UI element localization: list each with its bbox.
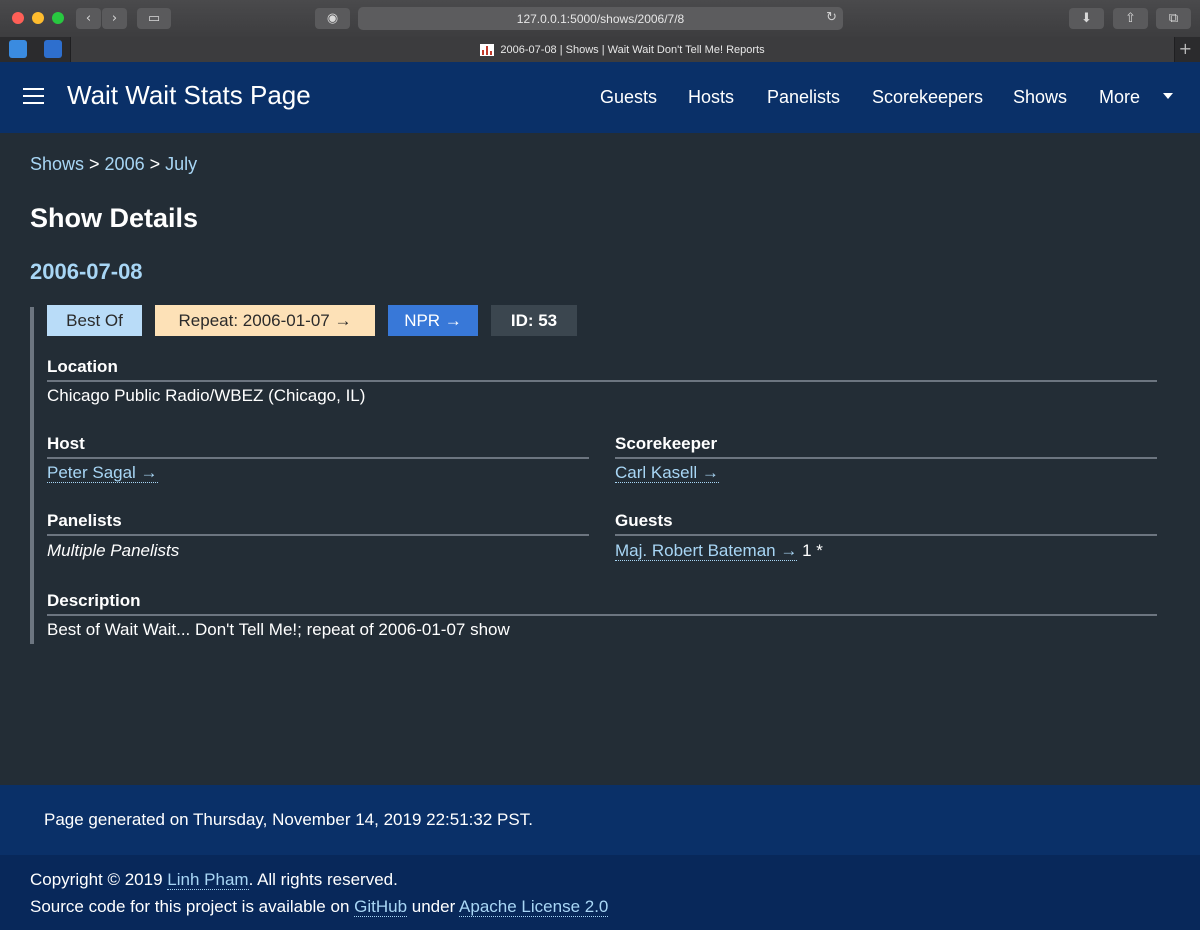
close-window-button[interactable] [12,12,24,24]
repeat-link-badge[interactable]: Repeat: 2006-01-07 → [155,305,375,336]
active-tab[interactable]: 2006-07-08 | Shows | Wait Wait Don't Tel… [70,37,1175,62]
panelists-value: Multiple Panelists [47,541,180,560]
sidebar-icon[interactable]: ▭ [137,8,171,29]
host-value: Peter Sagal → [47,463,158,483]
breadcrumb-separator: > [144,154,166,174]
scorekeeper-link[interactable]: Carl Kasell → [615,463,719,483]
zoom-window-button[interactable] [52,12,64,24]
browser-chrome: ‹ › ▭ ◉ 127.0.0.1:5000/shows/2006/7/8 ↻ … [0,0,1200,62]
tabs-icon[interactable]: ⧉ [1156,8,1191,29]
minimize-window-button[interactable] [32,12,44,24]
nav-hosts[interactable]: Hosts [688,87,734,108]
address-bar[interactable]: 127.0.0.1:5000/shows/2006/7/8 ↻ [358,7,843,30]
site-title[interactable]: Wait Wait Stats Page [67,80,311,111]
divider [615,457,1157,459]
license-link[interactable]: Apache License 2.0 [459,897,609,917]
main-content: Shows > 2006 > July Show Details 2006-07… [0,133,1200,785]
host-link[interactable]: Peter Sagal → [47,463,158,483]
chart-favicon-icon [480,43,495,56]
guest-entry: Maj. Robert Bateman → 1 * [615,541,823,561]
url-text: 127.0.0.1:5000/shows/2006/7/8 [516,11,685,26]
divider [47,457,589,459]
location-value: Chicago Public Radio/WBEZ (Chicago, IL) [47,386,366,405]
npr-link-badge[interactable]: NPR → [388,305,478,336]
menu-icon[interactable] [23,88,44,105]
back-icon[interactable]: ‹ [76,8,101,29]
source-line: Source code for this project is availabl… [30,897,609,917]
author-link[interactable]: Linh Pham [167,870,249,890]
divider [47,614,1157,616]
forward-icon[interactable]: › [102,8,127,29]
show-detail-panel: Best Of Repeat: 2006-01-07 → NPR → ID: 5… [30,305,1160,644]
nav-more[interactable]: More [1099,87,1140,108]
breadcrumb: Shows > 2006 > July [30,154,197,175]
best-of-badge: Best Of [47,305,142,336]
tab-bar: 2006-07-08 | Shows | Wait Wait Don't Tel… [0,37,1200,62]
tab-title: 2006-07-08 | Shows | Wait Wait Don't Tel… [500,43,765,56]
copyright-suffix: . All rights reserved. [248,870,398,889]
description-label: Description [47,591,141,610]
browser-titlebar: ‹ › ▭ ◉ 127.0.0.1:5000/shows/2006/7/8 ↻ … [0,0,1200,37]
nav-scorekeepers[interactable]: Scorekeepers [872,87,983,108]
chevron-down-icon[interactable] [1163,93,1173,99]
divider [47,534,589,536]
description-value: Best of Wait Wait... Don't Tell Me!; rep… [47,620,510,639]
breadcrumb-separator: > [84,154,105,174]
nav-guests[interactable]: Guests [600,87,657,108]
reload-icon[interactable]: ↻ [826,10,837,25]
footer: Copyright © 2019 Linh Pham. All rights r… [0,855,1200,930]
source-prefix: Source code for this project is availabl… [30,897,355,916]
footer-generated-bar: Page generated on Thursday, November 14,… [0,785,1200,855]
show-date: 2006-07-08 [30,259,143,284]
guests-label: Guests [615,511,673,530]
breadcrumb-month-link[interactable]: July [165,154,197,174]
show-id-badge: ID: 53 [491,305,577,336]
copyright-line: Copyright © 2019 Linh Pham. All rights r… [30,870,398,890]
guest-link[interactable]: Maj. Robert Bateman → [615,541,798,561]
guest-score: 1 * [797,541,823,560]
download-icon[interactable]: ⬇ [1069,8,1104,29]
divider [47,380,1157,382]
pinned-tab-icon[interactable] [9,40,27,58]
new-tab-icon[interactable]: + [1179,39,1192,58]
page-title: Show Details [30,203,199,233]
breadcrumb-shows-link[interactable]: Shows [30,154,84,174]
scorekeeper-value: Carl Kasell → [615,463,719,483]
github-link[interactable]: GitHub [354,897,408,917]
source-mid: under [407,897,460,916]
nav-shows[interactable]: Shows [1013,87,1067,108]
panelists-label: Panelists [47,511,122,530]
copyright-prefix: Copyright © 2019 [30,870,168,889]
nav-panelists[interactable]: Panelists [767,87,840,108]
reader-icon[interactable]: ◉ [315,8,350,29]
site-navbar: Wait Wait Stats Page Guests Hosts Paneli… [0,62,1200,133]
scorekeeper-label: Scorekeeper [615,434,718,453]
host-label: Host [47,434,85,453]
breadcrumb-year-link[interactable]: 2006 [105,154,145,174]
generated-timestamp: Page generated on Thursday, November 14,… [44,810,533,829]
share-icon[interactable]: ⇧ [1113,8,1148,29]
divider [615,534,1157,536]
pinned-tab-icon[interactable] [44,40,62,58]
location-label: Location [47,357,118,376]
